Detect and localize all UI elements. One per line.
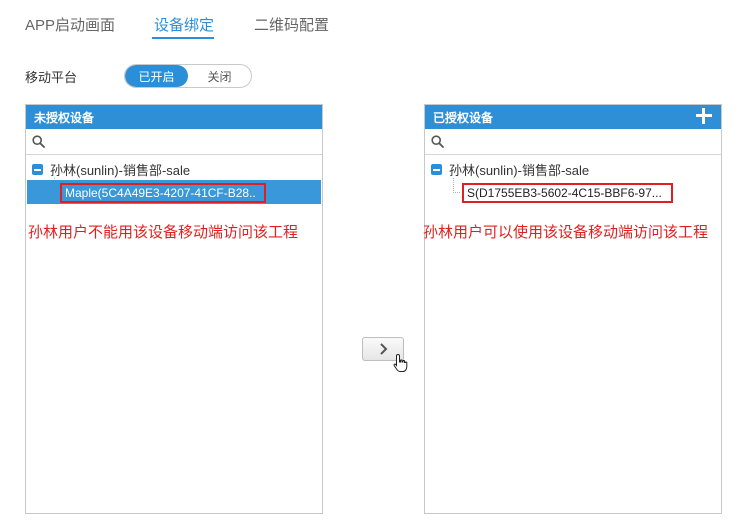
tree-node-label: 孙林(sunlin)-销售部-sale: [449, 163, 590, 178]
authorized-devices-panel: 已授权设备 孙林(sunlin)-销售部-sale S(D1755EB3-560…: [423, 104, 722, 514]
device-item[interactable]: S(D1755EB3-5602-4C15-BBF6-97...: [462, 183, 673, 203]
mobile-platform-label: 移动平台: [25, 70, 78, 85]
annotation-text: 孙林用户不能用该设备移动端访问该工程: [28, 224, 299, 241]
panel-header: 未授权设备: [26, 105, 322, 129]
tree-node-label: 孙林(sunlin)-销售部-sale: [50, 163, 191, 178]
chevron-right-icon: [380, 343, 388, 355]
tree-node-user[interactable]: 孙林(sunlin)-销售部-sale: [431, 160, 589, 179]
minus-square-icon[interactable]: [431, 164, 442, 175]
search-input[interactable]: [26, 129, 322, 155]
tab-device-binding[interactable]: 设备绑定: [154, 14, 214, 35]
panel-title: 已授权设备: [433, 110, 494, 125]
hand-pointer-icon: [393, 353, 408, 372]
tree-connector: [453, 178, 460, 193]
toggle-off-option[interactable]: 关闭: [188, 65, 251, 87]
panel-header: 已授权设备: [425, 105, 721, 129]
toggle-on-option[interactable]: 已开启: [125, 65, 188, 87]
unauthorized-devices-panel: 未授权设备 孙林(sunlin)-销售部-sale Maple(5C4A49E3…: [25, 104, 323, 514]
device-item[interactable]: Maple(5C4A49E3-4207-41CF-B28..: [60, 183, 266, 203]
search-icon: [32, 135, 45, 148]
tab-qrcode-config[interactable]: 二维码配置: [254, 14, 329, 35]
search-input[interactable]: [425, 129, 721, 155]
panel-title: 未授权设备: [34, 110, 95, 125]
tree-node-user[interactable]: 孙林(sunlin)-销售部-sale: [32, 160, 190, 179]
mobile-platform-toggle[interactable]: 已开启 关闭: [124, 64, 252, 88]
search-icon: [431, 135, 444, 148]
active-tab-indicator: [152, 37, 214, 39]
annotation-text: 孙林用户可以使用该设备移动端访问该工程: [423, 224, 709, 241]
plus-icon[interactable]: [695, 107, 713, 125]
minus-square-icon[interactable]: [32, 164, 43, 175]
tab-app-launch-screen[interactable]: APP启动画面: [25, 14, 115, 35]
